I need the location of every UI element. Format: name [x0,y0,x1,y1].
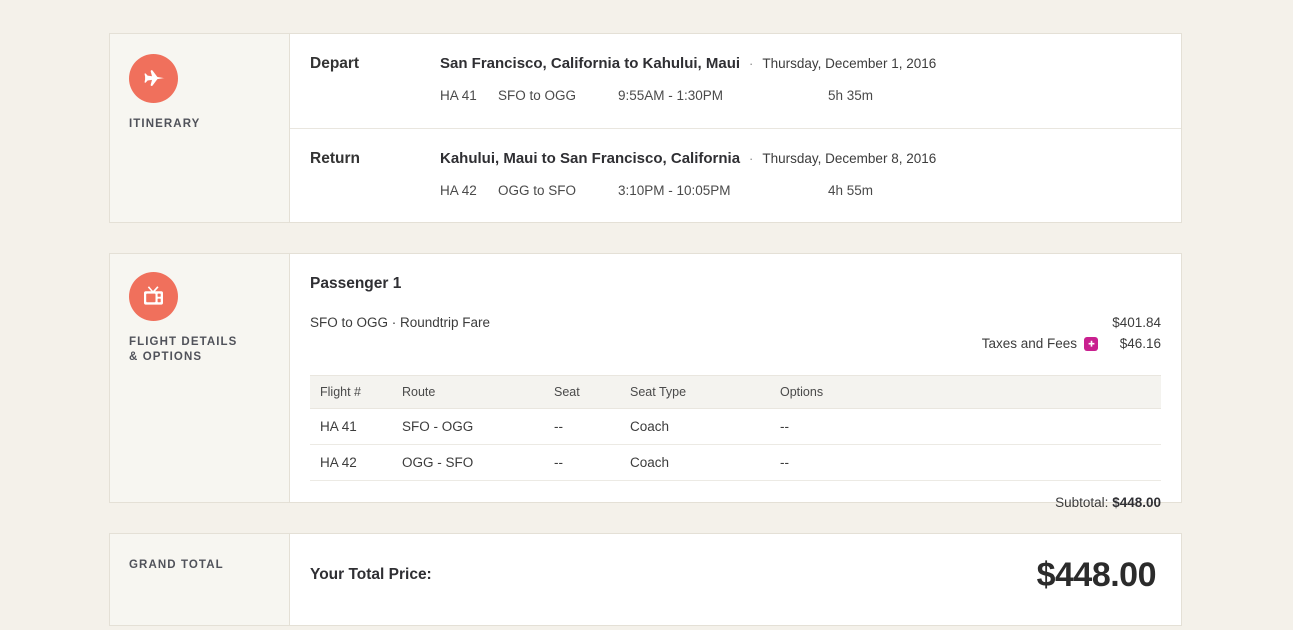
itinerary-body: Depart San Francisco, California to Kahu… [290,34,1181,222]
column-header-seat: Seat [544,375,620,409]
leg-separator: · [749,151,754,166]
fare-amount: $401.84 [1112,315,1161,330]
itinerary-leg-depart: Depart San Francisco, California to Kahu… [290,34,1181,128]
airplane-icon [129,54,178,103]
itinerary-leg-return: Return Kahului, Maui to San Francisco, C… [290,128,1181,222]
leg-separator: · [749,56,754,71]
column-header-route: Route [392,375,544,409]
cell-route: OGG - SFO [392,444,544,481]
grand-total-aside: GRAND TOTAL [110,534,290,625]
fare-amount-wrap: $401.84 [1105,313,1161,333]
taxes-row: Taxes and Fees $46.16 [310,334,1161,354]
cell-options: -- [770,444,1161,481]
flight-details-aside: FLIGHT DETAILS & OPTIONS [110,254,290,502]
taxes-amount-wrap: Taxes and Fees $46.16 [982,334,1161,354]
fare-row: SFO to OGG · Roundtrip Fare $401.84 [310,313,1161,333]
leg-times: 3:10PM - 10:05PM [618,183,731,198]
leg-route: San Francisco, California to Kahului, Ma… [440,55,741,72]
cell-seat-type: Coach [620,444,770,481]
flight-details-aside-label-line2: & OPTIONS [129,351,203,363]
leg-spacer [310,87,440,105]
passenger-title: Passenger 1 [310,275,402,292]
cell-options: -- [770,408,1161,445]
leg-airport-pair: SFO to OGG [498,88,577,103]
itinerary-card: ITINERARY Depart San Francisco, Californ… [109,33,1182,223]
plus-badge-icon[interactable] [1084,337,1098,351]
taxes-amount: $46.16 [1119,336,1161,351]
taxes-label: Taxes and Fees [981,336,1077,351]
cell-flight: HA 42 [310,444,392,481]
flight-details-body: Passenger 1 SFO to OGG · Roundtrip Fare … [290,254,1181,510]
leg-direction-label: Return [310,150,360,167]
flight-details-card: FLIGHT DETAILS & OPTIONS Passenger 1 SFO… [109,253,1182,510]
column-header-options: Options [770,375,1161,409]
cell-flight: HA 41 [310,408,392,445]
subtotal-amount: $448.00 [1112,495,1161,510]
leg-duration: 4h 55m [828,183,874,198]
flights-table: Flight # Route Seat Seat Type Options HA… [310,375,1161,481]
itinerary-aside-label: ITINERARY [129,118,201,130]
grand-total-body: Your Total Price: $448.00 [290,534,1181,625]
cell-seat: -- [544,444,620,481]
table-row: HA 41 SFO - OGG -- Coach -- [310,408,1161,445]
leg-date: Thursday, December 1, 2016 [762,56,937,71]
cell-seat-type: Coach [620,408,770,445]
itinerary-aside: ITINERARY [110,34,290,222]
leg-spacer [310,182,440,200]
fare-description: SFO to OGG · Roundtrip Fare [310,315,491,330]
grand-total-card: GRAND TOTAL Your Total Price: $448.00 [109,533,1182,626]
leg-flight-number: HA 41 [440,88,477,103]
booking-summary-page: ITINERARY Depart San Francisco, Californ… [0,0,1293,630]
flight-details-aside-label: FLIGHT DETAILS & OPTIONS [129,335,289,365]
leg-duration: 5h 35m [828,88,874,103]
subtotal-row: Subtotal: $448.00 [310,481,1161,510]
subtotal-label: Subtotal: [1055,495,1109,510]
tv-icon [129,272,178,321]
grand-total-label: Your Total Price: [310,566,432,583]
table-header-row: Flight # Route Seat Seat Type Options [310,375,1161,409]
flight-details-aside-label-line1: FLIGHT DETAILS [129,336,238,348]
grand-total-amount: $448.00 [1036,556,1157,594]
leg-airport-pair: OGG to SFO [498,183,577,198]
cell-route: SFO - OGG [392,408,544,445]
leg-route: Kahului, Maui to San Francisco, Californ… [440,150,741,167]
cell-seat: -- [544,408,620,445]
leg-times: 9:55AM - 1:30PM [618,88,724,103]
grand-total-aside-label: GRAND TOTAL [129,559,224,571]
column-header-seat-type: Seat Type [620,375,770,409]
leg-flight-number: HA 42 [440,183,477,198]
column-header-flight: Flight # [310,375,392,409]
leg-direction-label: Depart [310,55,360,72]
table-row: HA 42 OGG - SFO -- Coach -- [310,444,1161,481]
leg-date: Thursday, December 8, 2016 [762,151,937,166]
